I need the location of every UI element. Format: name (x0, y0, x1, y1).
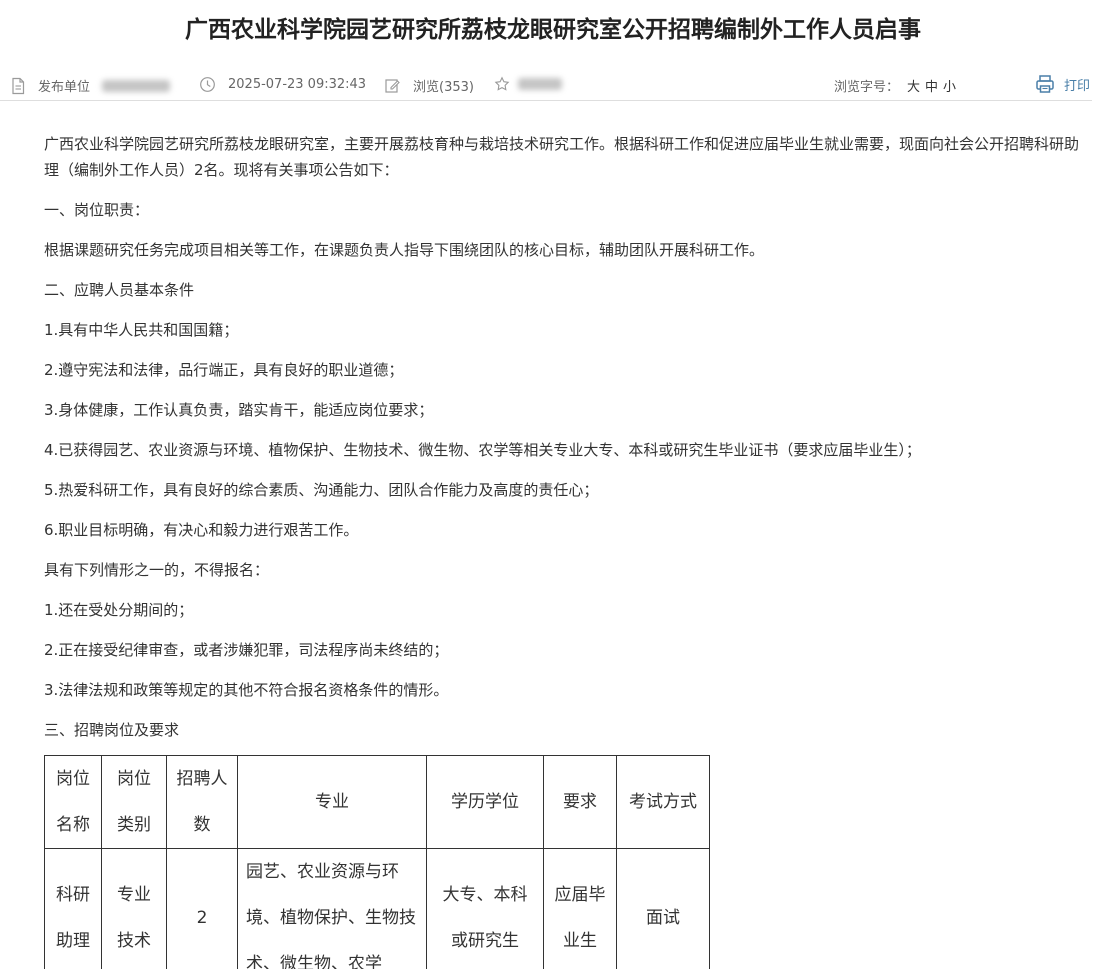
table-cell: 专业技术 (101, 848, 167, 969)
table-row: 科研助理 专业技术 2 园艺、农业资源与环境、植物保护、生物技术、微生物、农学 … (44, 848, 710, 969)
table-cell: 应届毕业生 (543, 848, 617, 969)
clock-icon (199, 76, 216, 93)
recruitment-table: 岗位名称 岗位类别 招聘人数 专业 学历学位 要求 考试方式 科研助理 专业技术… (44, 755, 710, 969)
view-count-text: 浏览(353) (413, 80, 474, 95)
publish-time: 2025-07-23 09:32:43 (199, 76, 366, 93)
table-header-cell: 招聘人数 (166, 755, 238, 849)
table-header-cell: 学历学位 (426, 755, 544, 849)
section-title-duties: 一、岗位职责： (44, 201, 150, 219)
condition-item: 4.已获得园艺、农业资源与环境、植物保护、生物技术、微生物、农学等相关专业大专、… (44, 441, 921, 459)
font-size-label: 浏览字号： (834, 80, 900, 95)
table-header-cell: 专业 (237, 755, 427, 849)
exclusion-item: 1.还在受处分期间的； (44, 601, 194, 619)
font-size-medium-button[interactable]: 中 (925, 76, 938, 95)
exclusion-item: 2.正在接受纪律审查，或者涉嫌犯罪，司法程序尚未终结的； (44, 641, 449, 659)
table-cell: 面试 (616, 848, 710, 969)
publisher-redacted (102, 79, 171, 92)
document-icon (10, 77, 26, 95)
condition-item: 6.职业目标明确，有决心和毅力进行艰苦工作。 (44, 521, 359, 539)
table-header-cell: 岗位类别 (101, 755, 167, 849)
exclusion-title: 具有下列情形之一的，不得报名： (44, 561, 270, 579)
publish-datetime: 2025-07-23 09:32:43 (228, 77, 367, 92)
exclusion-item: 3.法律法规和政策等规定的其他不符合报名资格条件的情形。 (44, 681, 449, 699)
table-header-cell: 考试方式 (616, 755, 710, 849)
condition-item: 3.身体健康，工作认真负责，踏实肯干，能适应岗位要求； (44, 401, 434, 419)
font-size-switcher: 浏览字号： 大 中 小 (834, 76, 956, 95)
intro-text: 广西农业科学院园艺研究所荔枝龙眼研究室，主要开展荔枝育种与栽培技术研究工作。根据… (44, 135, 1080, 179)
intro-paragraph: 广西农业科学院园艺研究所荔枝龙眼研究室，主要开展荔枝育种与栽培技术研究工作。根据… (44, 131, 1089, 183)
print-button[interactable]: 打印 (1034, 73, 1090, 95)
star-icon (494, 76, 510, 92)
table-cell: 园艺、农业资源与环境、植物保护、生物技术、微生物、农学 (237, 848, 427, 969)
condition-item: 2.遵守宪法和法律，品行端正，具有良好的职业道德； (44, 361, 404, 379)
print-label: 打印 (1064, 78, 1091, 94)
table-cell: 大专、本科或研究生 (426, 848, 544, 969)
table-cell: 科研助理 (44, 848, 102, 969)
table-header-cell: 岗位名称 (44, 755, 102, 849)
condition-item: 5.热爱科研工作，具有良好的综合素质、沟通能力、团队合作能力及高度的责任心； (44, 481, 599, 499)
publisher-label: 发布单位 (38, 80, 91, 95)
edit-icon (384, 77, 401, 94)
condition-item: 1.具有中华人民共和国国籍； (44, 321, 239, 339)
article-meta-bar: 发布单位 2025-07-23 09:32:43 浏览(353) 浏览字号： 大… (0, 72, 1092, 101)
source-info (494, 76, 562, 92)
printer-icon (1034, 73, 1056, 95)
table-cell: 2 (166, 848, 238, 969)
page: 广西农业科学院园艺研究所荔枝龙眼研究室公开招聘编制外工作人员启事 发布单位 20… (0, 0, 1106, 969)
section-title-positions: 三、招聘岗位及要求 (44, 721, 180, 739)
font-size-small-button[interactable]: 小 (943, 76, 956, 95)
article-body: 广西农业科学院园艺研究所荔枝龙眼研究室，主要开展荔枝育种与栽培技术研究工作。根据… (44, 131, 1089, 969)
duties-text: 根据课题研究任务完成项目相关等工作，在课题负责人指导下围绕团队的核心目标，辅助团… (44, 241, 765, 259)
page-title: 广西农业科学院园艺研究所荔枝龙眼研究室公开招聘编制外工作人员启事 (185, 17, 921, 43)
font-size-large-button[interactable]: 大 (907, 76, 920, 95)
section-title-conditions: 二、应聘人员基本条件 (44, 281, 195, 299)
view-count: 浏览(353) (384, 76, 474, 95)
source-redacted (518, 78, 562, 90)
table-header-row: 岗位名称 岗位类别 招聘人数 专业 学历学位 要求 考试方式 (44, 755, 710, 849)
publisher-info: 发布单位 (10, 76, 171, 95)
table-header-cell: 要求 (543, 755, 617, 849)
